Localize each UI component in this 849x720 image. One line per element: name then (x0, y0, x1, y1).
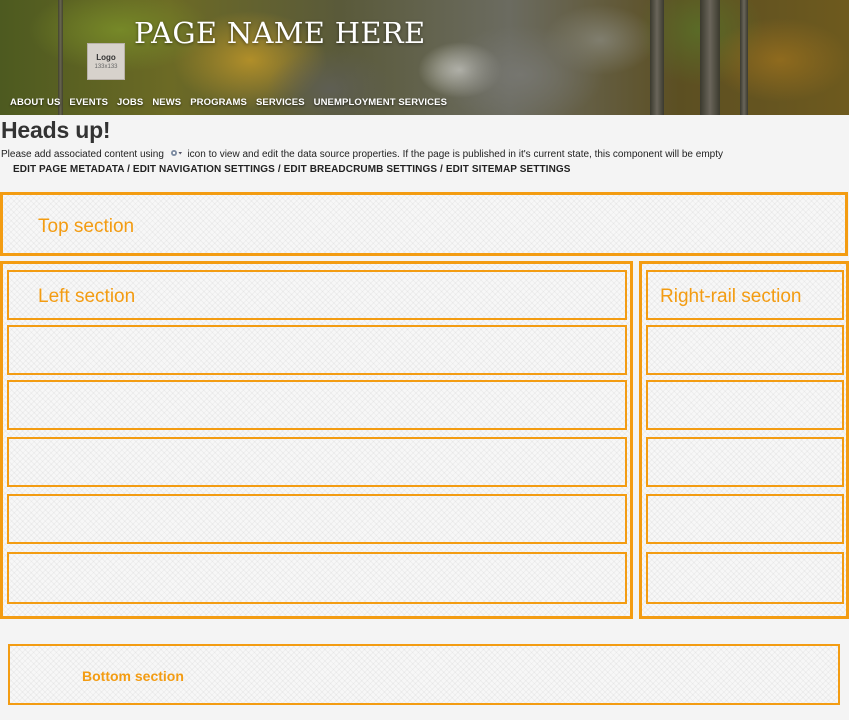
nav-item-about-us[interactable]: ABOUT US (10, 97, 60, 108)
bottom-section-label: Bottom section (82, 668, 184, 684)
right-rail-section: Right-rail section (639, 261, 849, 619)
edit-navigation-settings-link[interactable]: EDIT NAVIGATION SETTINGS (133, 164, 275, 175)
link-separator: / (277, 164, 281, 175)
configure-icon[interactable] (169, 148, 183, 159)
notice-title: Heads up! (1, 117, 111, 143)
edit-sitemap-settings-link[interactable]: EDIT SITEMAP SETTINGS (446, 164, 571, 175)
left-section: Left section (0, 261, 633, 619)
edit-settings-links: EDIT PAGE METADATA / EDIT NAVIGATION SET… (13, 164, 571, 175)
right-rail-slot-2[interactable] (646, 325, 844, 375)
page-title: PAGE NAME HERE (134, 16, 426, 50)
nav-item-services[interactable]: SERVICES (256, 97, 305, 108)
right-rail-slot-5[interactable] (646, 494, 844, 544)
right-rail-slot-3[interactable] (646, 380, 844, 430)
logo-label: Logo (96, 53, 116, 62)
left-slot-6[interactable] (7, 552, 627, 604)
notice-text: Please add associated content using icon… (1, 148, 723, 160)
nav-item-news[interactable]: NEWS (152, 97, 181, 108)
nav-item-unemployment-services[interactable]: UNEMPLOYMENT SERVICES (314, 97, 447, 108)
link-separator: / (127, 164, 131, 175)
tree-trunk (740, 0, 748, 115)
tree-trunk (700, 0, 720, 115)
right-rail-slot-4[interactable] (646, 437, 844, 487)
top-section[interactable]: Top section (0, 192, 848, 256)
tree-trunk (650, 0, 664, 115)
left-slot-3[interactable] (7, 380, 627, 430)
top-section-label: Top section (38, 216, 135, 237)
notice-text-before: Please add associated content using (1, 149, 164, 160)
nav-item-programs[interactable]: PROGRAMS (190, 97, 247, 108)
nav-item-events[interactable]: EVENTS (69, 97, 108, 108)
notice-text-after: icon to view and edit the data source pr… (187, 149, 723, 160)
left-slot-4[interactable] (7, 437, 627, 487)
right-rail-slot-1[interactable]: Right-rail section (646, 270, 844, 320)
logo-size: 133x133 (94, 64, 118, 70)
link-separator: / (440, 164, 443, 175)
bottom-section[interactable]: Bottom section (8, 644, 840, 705)
logo[interactable]: Logo 133x133 (87, 43, 125, 80)
left-slot-1[interactable]: Left section (7, 270, 627, 320)
left-slot-5[interactable] (7, 494, 627, 544)
main-nav: ABOUT US EVENTS JOBS NEWS PROGRAMS SERVI… (10, 97, 456, 108)
hero-banner: PAGE NAME HERE Logo 133x133 ABOUT US EVE… (0, 0, 849, 115)
edit-breadcrumb-settings-link[interactable]: EDIT BREADCRUMB SETTINGS (284, 164, 438, 175)
edit-page-metadata-link[interactable]: EDIT PAGE METADATA (13, 164, 124, 175)
right-rail-slot-6[interactable] (646, 552, 844, 604)
right-rail-section-label: Right-rail section (660, 286, 802, 307)
left-slot-2[interactable] (7, 325, 627, 375)
nav-item-jobs[interactable]: JOBS (117, 97, 143, 108)
left-section-label: Left section (38, 286, 136, 307)
